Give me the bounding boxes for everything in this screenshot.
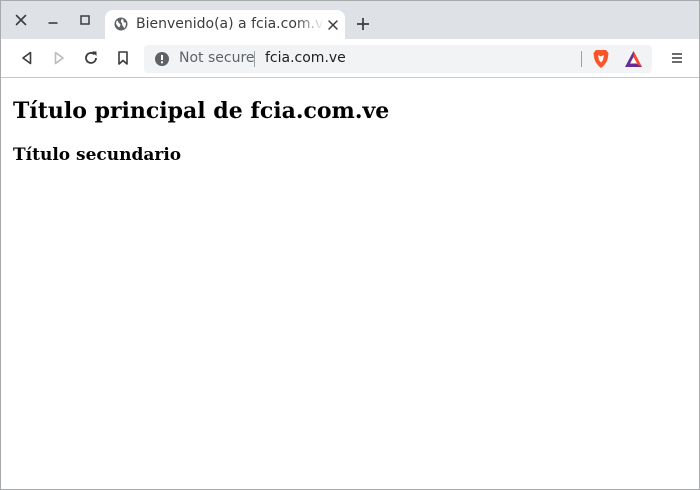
brave-lion-icon[interactable] <box>592 49 610 69</box>
address-bar[interactable]: Not secure fcia.com.ve <box>144 45 652 73</box>
bat-triangle-icon[interactable] <box>624 50 643 68</box>
menu-button[interactable] <box>665 46 689 70</box>
window-maximize-button[interactable] <box>72 7 98 33</box>
minimize-icon <box>48 22 58 24</box>
bookmark-button[interactable] <box>111 46 135 70</box>
globe-icon <box>114 17 128 31</box>
reload-button[interactable] <box>79 46 103 70</box>
tab-title: Bienvenido(a) a fcia.com.ve <box>136 16 324 32</box>
security-label[interactable]: Not secure <box>179 50 255 67</box>
forward-arrow-icon <box>54 51 64 65</box>
hamburger-menu-icon <box>672 53 682 63</box>
plus-icon <box>357 18 369 30</box>
window-minimize-button[interactable] <box>40 7 66 33</box>
forward-button[interactable] <box>47 46 71 70</box>
back-button[interactable] <box>15 46 39 70</box>
tab-active[interactable]: Bienvenido(a) a fcia.com.ve <box>105 10 345 39</box>
close-icon <box>15 14 27 26</box>
separator <box>581 51 582 67</box>
tab-strip: Bienvenido(a) a fcia.com.ve <box>1 1 699 39</box>
url-text[interactable]: fcia.com.ve <box>265 50 346 67</box>
close-icon[interactable] <box>326 18 340 32</box>
reload-icon <box>85 51 97 64</box>
toolbar: Not secure fcia.com.ve <box>1 39 699 78</box>
separator <box>254 51 255 67</box>
page-content: Título principal de fcia.com.ve Título s… <box>1 78 699 489</box>
maximize-icon <box>80 15 90 25</box>
new-tab-button[interactable] <box>351 12 375 36</box>
window-close-button[interactable] <box>8 7 34 33</box>
page-subtitle: Título secundario <box>13 145 182 165</box>
browser-window: Bienvenido(a) a fcia.com.ve Not secure f… <box>0 0 700 490</box>
back-arrow-icon <box>22 51 32 65</box>
info-icon[interactable] <box>155 52 169 66</box>
page-title: Título principal de fcia.com.ve <box>13 98 390 124</box>
bookmark-icon <box>118 51 128 65</box>
